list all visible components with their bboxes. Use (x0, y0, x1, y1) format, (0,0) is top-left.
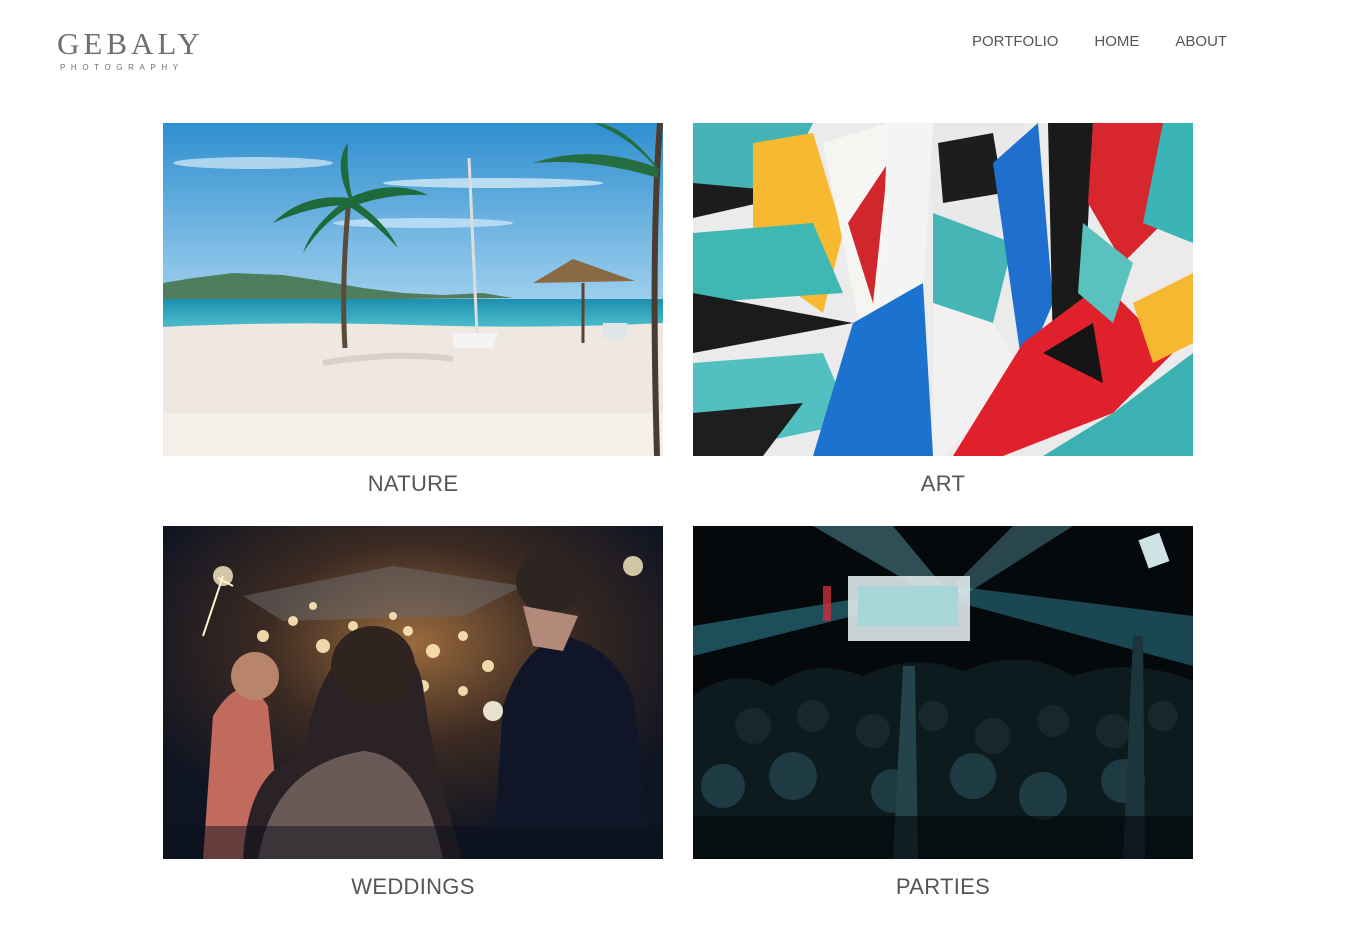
nature-photo[interactable] (163, 123, 663, 456)
main-nav: PORTFOLIO HOME ABOUT (972, 33, 1263, 51)
site-logo[interactable]: GEBALY PHOTOGRAPHY (57, 26, 217, 73)
nature-label[interactable]: NATURE (163, 471, 663, 497)
gallery-card-weddings[interactable]: WEDDINGS (163, 526, 663, 900)
logo-tagline: PHOTOGRAPHY (60, 63, 184, 72)
parties-label[interactable]: PARTIES (693, 874, 1193, 900)
gallery-card-nature[interactable]: NATURE (163, 123, 663, 497)
art-label[interactable]: ART (693, 471, 1193, 497)
parties-photo[interactable] (693, 526, 1193, 859)
nav-about-link[interactable]: ABOUT (1175, 33, 1227, 51)
nav-home-link[interactable]: HOME (1094, 33, 1139, 51)
nav-portfolio-link[interactable]: PORTFOLIO (972, 33, 1058, 51)
logo-name: GEBALY (57, 26, 204, 61)
weddings-label[interactable]: WEDDINGS (163, 874, 663, 900)
gallery-card-parties[interactable]: PARTIES (693, 526, 1193, 900)
art-photo[interactable] (693, 123, 1193, 456)
weddings-photo[interactable] (163, 526, 663, 859)
gallery-card-art[interactable]: ART (693, 123, 1193, 497)
